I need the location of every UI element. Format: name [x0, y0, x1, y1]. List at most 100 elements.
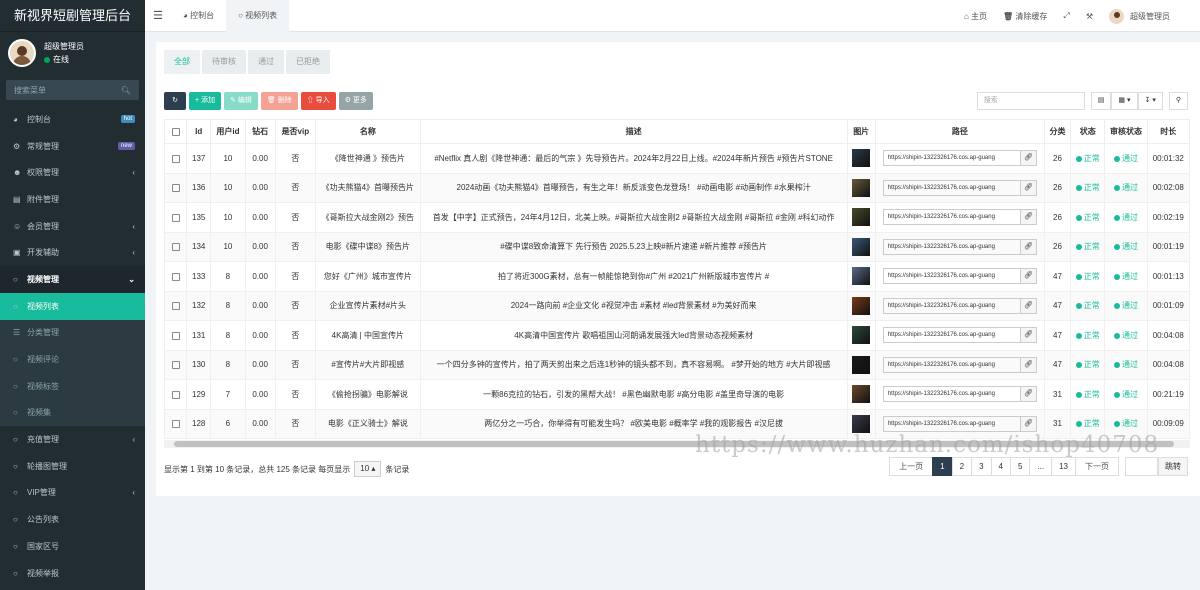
page-3-button[interactable]: 3	[971, 457, 992, 476]
refresh-button[interactable]: ↻	[164, 92, 186, 110]
menu-search-input[interactable]: 搜索菜单 🔍︎	[6, 80, 139, 100]
table-row[interactable]: 131 8 0.00 否 4K高清 | 中国宣传片 4K高清中国宣传片 歌唱祖国山河朗诵发…	[163, 320, 1191, 351]
col-image[interactable]: 图片	[846, 119, 876, 144]
col-diamond[interactable]: 钻石	[244, 119, 276, 144]
page-13-button[interactable]: 13	[1051, 457, 1076, 476]
path-input[interactable]: https://shipin-1322326176.cos.ap-guang	[882, 327, 1021, 344]
col-path[interactable]: 路径	[874, 119, 1045, 144]
settings-icon[interactable]: ⚒	[1078, 12, 1101, 21]
table-search-input[interactable]: 搜索	[976, 92, 1085, 110]
link-icon[interactable]: 🔗︎	[1020, 386, 1037, 403]
col-name[interactable]: 名称	[314, 119, 421, 144]
path-input[interactable]: https://shipin-1322326176.cos.ap-guang	[882, 297, 1021, 314]
path-input[interactable]: https://shipin-1322326176.cos.ap-guang	[882, 386, 1021, 403]
thumbnail-image[interactable]	[852, 414, 871, 433]
table-row[interactable]: 135 10 0.00 否《哥斯拉大战金刚2》预告 首发【中字】正式预告，24年4月12…	[163, 202, 1191, 233]
col-duration[interactable]: 时长	[1146, 119, 1191, 144]
thumbnail-image[interactable]	[852, 385, 871, 404]
col-vip[interactable]: 是否vip	[274, 119, 316, 144]
sidebar-item-2[interactable]: ☻ 权限管理 ‹	[0, 159, 145, 186]
filter-tab-pending[interactable]: 待审核	[202, 50, 246, 74]
sidebar-item-13[interactable]: ○ 轮播图管理	[0, 453, 145, 480]
cell-image[interactable]	[846, 320, 876, 351]
sidebar-item-10[interactable]: ○ 视频标签	[0, 372, 145, 400]
fullscreen-icon[interactable]: ⤢	[1055, 11, 1077, 21]
thumbnail-image[interactable]	[852, 237, 871, 256]
columns-button[interactable]: ▦ ▾	[1111, 92, 1138, 110]
page-5-button[interactable]: 5	[1009, 457, 1031, 476]
link-icon[interactable]: 🔗︎	[1020, 209, 1037, 226]
link-icon[interactable]: 🔗︎	[1020, 268, 1037, 285]
home-link[interactable]: ⌂ 主页	[956, 11, 995, 22]
sidebar-item-6[interactable]: ○ 视频管理 ⌄	[0, 266, 145, 293]
filter-tab-rejected[interactable]: 已拒绝	[286, 50, 330, 74]
cell-image[interactable]	[846, 261, 876, 292]
link-icon[interactable]: 🔗︎	[1020, 238, 1037, 255]
path-input[interactable]: https://shipin-1322326176.cos.ap-guang	[882, 179, 1021, 196]
add-button[interactable]: + 添加	[189, 92, 222, 110]
view-toggle-button[interactable]: ▤	[1090, 92, 1112, 110]
table-row[interactable]: 136 10 0.00 否《功夫熊猫4》首曝预告片 2024动画《功夫熊猫4》首曝预告，…	[163, 172, 1191, 203]
page-1-button[interactable]: 1	[932, 457, 953, 476]
page-size-select[interactable]: 10 ▴	[354, 461, 382, 477]
cell-image[interactable]	[846, 202, 876, 233]
table-row[interactable]: 137 10 0.00 否《降世神通 》预告片 #Netflix 真人剧《降世神通：最后…	[163, 143, 1191, 174]
sidebar-item-7[interactable]: ○ 视频列表	[0, 292, 145, 320]
cell-image[interactable]	[846, 231, 876, 262]
tab-dashboard[interactable]: ◕ 控制台	[171, 0, 226, 32]
clear-cache-link[interactable]: 🗑︎ 清除缓存	[995, 11, 1055, 22]
select-all-checkbox[interactable]	[163, 119, 188, 144]
row-checkbox[interactable]	[163, 202, 188, 233]
sidebar-item-0[interactable]: ◕ 控制台 hot	[0, 106, 145, 133]
row-checkbox[interactable]	[163, 379, 188, 410]
table-row[interactable]: 132 8 0.00 否企业宣传片素材#片头 2024一路向前 #企业文化 #视觉冲击 …	[163, 290, 1191, 321]
row-checkbox[interactable]	[163, 408, 188, 439]
path-input[interactable]: https://shipin-1322326176.cos.ap-guang	[882, 209, 1021, 226]
export-button[interactable]: ↧ ▾	[1137, 92, 1163, 110]
thumbnail-image[interactable]	[852, 178, 871, 197]
cell-image[interactable]	[846, 379, 876, 410]
thumbnail-image[interactable]	[852, 267, 871, 286]
table-row[interactable]: 129 7 0.00 否《偷抢拐骗》电影解说 一颗86克拉的钻石，引发的黑帮大战！ #黑…	[163, 379, 1191, 410]
sidebar-item-11[interactable]: ○ 视频集	[0, 399, 145, 427]
path-input[interactable]: https://shipin-1322326176.cos.ap-guang	[882, 415, 1021, 432]
row-checkbox[interactable]	[163, 261, 188, 292]
table-row[interactable]: 130 8 0.00 否 #宣传片#大片即视感 一个四分多钟的宣传片，拍了两天剪出来之后连…	[163, 349, 1191, 380]
link-icon[interactable]: 🔗︎	[1020, 327, 1037, 344]
cell-image[interactable]	[846, 143, 876, 174]
link-icon[interactable]: 🔗︎	[1020, 150, 1037, 167]
sidebar-item-4[interactable]: ☺ 会员管理 ‹	[0, 213, 145, 240]
thumbnail-image[interactable]	[852, 208, 871, 227]
filter-tab-all[interactable]: 全部	[164, 50, 200, 74]
next-page-button[interactable]: 下一页	[1075, 457, 1119, 476]
delete-button[interactable]: 🗑︎ 删除	[260, 92, 298, 110]
row-checkbox[interactable]	[163, 231, 188, 262]
cell-image[interactable]	[846, 349, 876, 380]
thumbnail-image[interactable]	[852, 149, 871, 168]
row-checkbox[interactable]	[163, 172, 188, 203]
jump-button[interactable]: 跳转	[1158, 457, 1188, 476]
page-4-button[interactable]: 4	[990, 457, 1011, 476]
row-checkbox[interactable]	[163, 290, 188, 321]
col-id[interactable]: Id	[186, 119, 212, 144]
sidebar-item-12[interactable]: ○ 充值管理 ‹	[0, 426, 145, 453]
sidebar-item-3[interactable]: ▤ 附件管理	[0, 186, 145, 213]
tab-video-list[interactable]: ○ 视频列表	[226, 0, 290, 32]
cell-image[interactable]	[846, 290, 876, 321]
page-2-button[interactable]: 2	[951, 457, 973, 476]
sidebar-item-8[interactable]: ☰ 分类管理	[0, 319, 145, 347]
more-button[interactable]: ⚙ 更多	[338, 92, 373, 110]
table-row[interactable]: 133 8 0.00 否您好《广州》城市宣传片 拍了将近300G素材，总有一帧能惊艳到你…	[163, 261, 1191, 292]
page-jump-input[interactable]	[1125, 457, 1158, 476]
thumbnail-image[interactable]	[852, 326, 871, 345]
user-menu[interactable]: 超级管理员	[1101, 8, 1200, 24]
path-input[interactable]: https://shipin-1322326176.cos.ap-guang	[882, 356, 1021, 373]
thumbnail-image[interactable]	[852, 355, 871, 374]
table-row[interactable]: 134 10 0.00 否电影《碟中谍8》预告片 #碟中谍8致命清算下 先行预告 202…	[163, 231, 1191, 262]
sidebar-item-9[interactable]: ○ 视频评论	[0, 346, 145, 373]
search-button[interactable]: ⚲	[1168, 92, 1188, 110]
link-icon[interactable]: 🔗︎	[1020, 356, 1037, 373]
col-user-id[interactable]: 用户id	[210, 119, 246, 144]
sidebar-item-1[interactable]: ⚙ 常规管理 new	[0, 133, 145, 160]
link-icon[interactable]: 🔗︎	[1020, 415, 1037, 432]
